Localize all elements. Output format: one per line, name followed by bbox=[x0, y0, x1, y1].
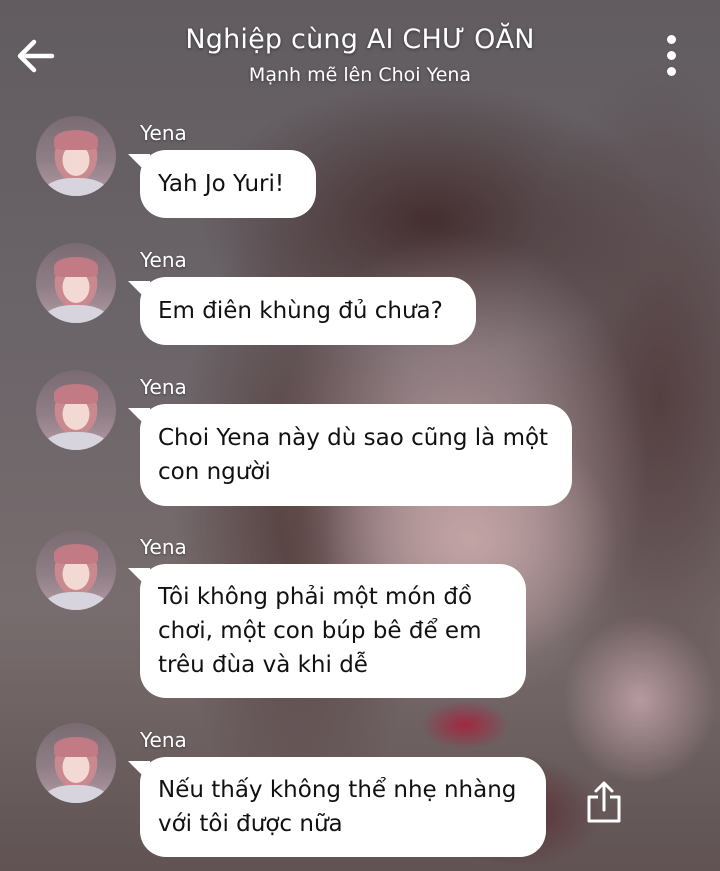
avatar[interactable] bbox=[36, 243, 116, 323]
sender-name: Yena bbox=[140, 248, 187, 272]
avatar[interactable] bbox=[36, 723, 116, 803]
avatar-image bbox=[54, 544, 98, 564]
share-icon bbox=[587, 781, 621, 823]
avatar-image bbox=[44, 785, 108, 803]
kebab-menu-icon bbox=[667, 67, 676, 76]
avatar-image bbox=[54, 257, 98, 277]
message-bubble[interactable]: Em điên khùng đủ chưa? bbox=[140, 277, 476, 345]
sender-name: Yena bbox=[140, 728, 187, 752]
more-options-button[interactable] bbox=[660, 35, 684, 79]
back-button[interactable] bbox=[12, 32, 60, 80]
top-bar: Nghiệp cùng AI CHƯ OĂN Mạnh mẽ lên Choi … bbox=[0, 0, 720, 110]
avatar-image bbox=[44, 305, 108, 323]
avatar-image bbox=[54, 737, 98, 757]
sender-name: Yena bbox=[140, 535, 187, 559]
chat-subtitle: Mạnh mẽ lên Choi Yena bbox=[248, 64, 472, 86]
kebab-menu-icon bbox=[667, 35, 676, 44]
avatar-image bbox=[54, 384, 98, 404]
message-bubble[interactable]: Choi Yena này dù sao cũng là một con ngư… bbox=[140, 404, 572, 506]
avatar[interactable] bbox=[36, 116, 116, 196]
sender-name: Yena bbox=[140, 375, 187, 399]
avatar[interactable] bbox=[36, 370, 116, 450]
avatar-image bbox=[44, 178, 108, 196]
message-bubble[interactable]: Yah Jo Yuri! bbox=[140, 150, 316, 218]
share-button[interactable] bbox=[586, 780, 622, 824]
sender-name: Yena bbox=[140, 121, 187, 145]
chat-title: Nghiệp cùng AI CHƯ OĂN bbox=[185, 24, 535, 55]
avatar[interactable] bbox=[36, 530, 116, 610]
arrow-left-icon bbox=[17, 39, 55, 73]
avatar-image bbox=[44, 592, 108, 610]
message-bubble[interactable]: Nếu thấy không thể nhẹ nhàng với tôi đượ… bbox=[140, 757, 546, 857]
avatar-image bbox=[44, 432, 108, 450]
message-bubble[interactable]: Tôi không phải một món đồ chơi, một con … bbox=[140, 564, 526, 698]
avatar-image bbox=[54, 130, 98, 150]
kebab-menu-icon bbox=[667, 51, 676, 60]
